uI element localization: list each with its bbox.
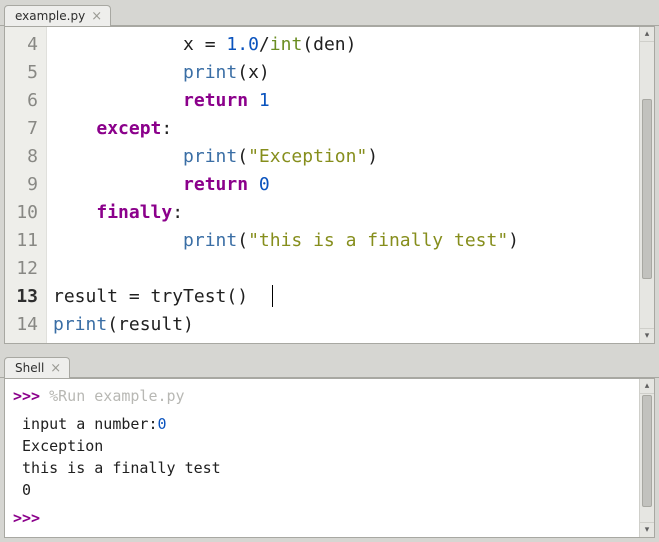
line-number: 10	[9, 199, 38, 227]
text-cursor	[272, 285, 273, 307]
shell-line: input a number:0	[13, 413, 631, 435]
shell-line: >>> %Run example.py	[13, 385, 631, 407]
editor-tab-label: example.py	[15, 9, 85, 23]
code-line[interactable]	[53, 255, 633, 283]
shell-line: Exception	[13, 435, 631, 457]
shell-area: >>> %Run example.py input a number:0 Exc…	[4, 378, 655, 538]
close-icon[interactable]: ×	[91, 10, 102, 23]
code-line[interactable]: result = tryTest()	[53, 283, 633, 311]
code-line[interactable]: print(x)	[53, 59, 633, 87]
line-number: 8	[9, 143, 38, 171]
line-number-gutter: 4567891011121314	[5, 27, 47, 343]
scroll-up-icon[interactable]: ▴	[640, 27, 654, 42]
code-line[interactable]: print(result)	[53, 311, 633, 339]
shell-output[interactable]: >>> %Run example.py input a number:0 Exc…	[5, 379, 639, 537]
line-number: 12	[9, 255, 38, 283]
scroll-up-icon[interactable]: ▴	[640, 379, 654, 394]
shell-tab-label: Shell	[15, 361, 44, 375]
editor-tab[interactable]: example.py ×	[4, 5, 111, 26]
scroll-down-icon[interactable]: ▾	[640, 522, 654, 537]
line-number: 5	[9, 59, 38, 87]
scrollbar-thumb[interactable]	[642, 99, 652, 279]
shell-tabbar: Shell ×	[0, 352, 659, 378]
shell-prompt[interactable]: >>>	[13, 507, 631, 529]
code-line[interactable]: print("this is a finally test")	[53, 227, 633, 255]
editor-pane: example.py × 4567891011121314 x = 1.0/in…	[0, 0, 659, 348]
scroll-down-icon[interactable]: ▾	[640, 328, 654, 343]
line-number: 7	[9, 115, 38, 143]
shell-scrollbar[interactable]: ▴ ▾	[639, 379, 654, 537]
shell-pane: Shell × >>> %Run example.py input a numb…	[0, 352, 659, 542]
scrollbar-thumb[interactable]	[642, 395, 652, 507]
code-line[interactable]: return 1	[53, 87, 633, 115]
shell-line: 0	[13, 479, 631, 501]
line-number: 14	[9, 311, 38, 339]
code-line[interactable]: except:	[53, 115, 633, 143]
shell-line: this is a finally test	[13, 457, 631, 479]
line-number: 6	[9, 87, 38, 115]
code-line[interactable]: finally:	[53, 199, 633, 227]
line-number: 13	[9, 283, 38, 311]
editor-tabbar: example.py ×	[0, 0, 659, 26]
editor-scrollbar[interactable]: ▴ ▾	[639, 27, 654, 343]
code-editor[interactable]: x = 1.0/int(den) print(x) return 1 excep…	[47, 27, 639, 343]
code-line[interactable]: x = 1.0/int(den)	[53, 31, 633, 59]
close-icon[interactable]: ×	[50, 362, 61, 375]
line-number: 4	[9, 31, 38, 59]
line-number: 11	[9, 227, 38, 255]
code-line[interactable]: print("Exception")	[53, 143, 633, 171]
code-line[interactable]: return 0	[53, 171, 633, 199]
editor-area: 4567891011121314 x = 1.0/int(den) print(…	[4, 26, 655, 344]
line-number: 9	[9, 171, 38, 199]
shell-tab[interactable]: Shell ×	[4, 357, 70, 378]
